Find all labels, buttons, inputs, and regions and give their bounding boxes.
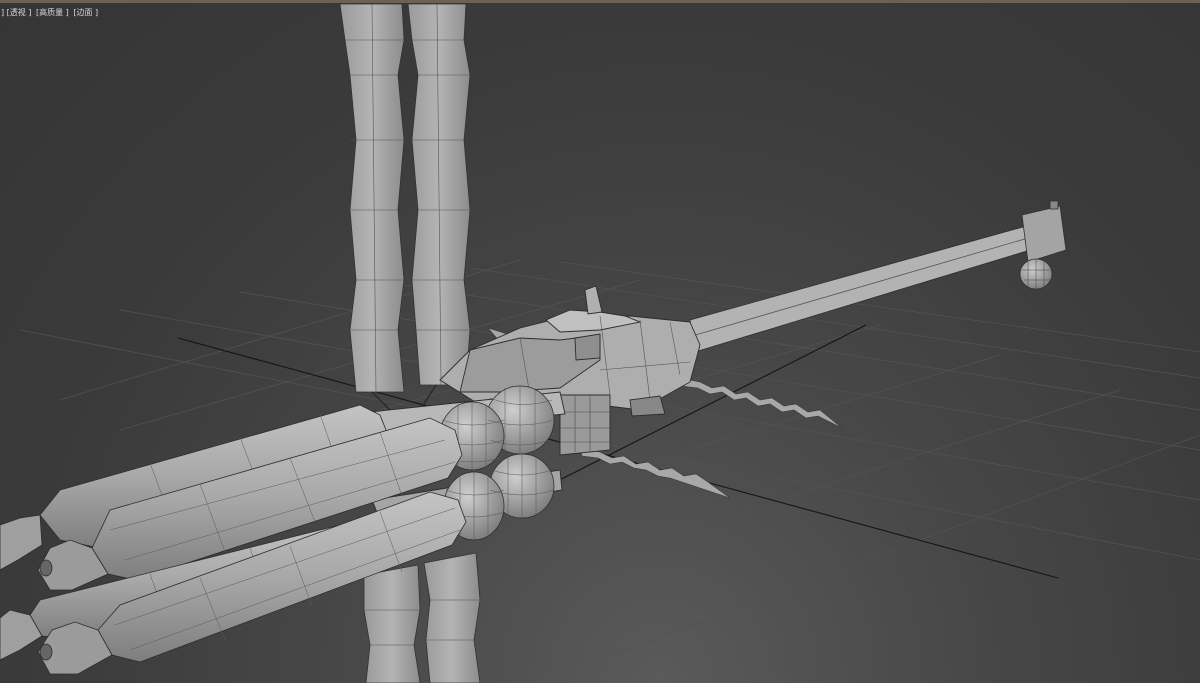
solar-panel-upper[interactable] xyxy=(339,3,471,411)
solar-panel-lower[interactable] xyxy=(363,552,481,683)
spike-antenna-lower xyxy=(579,447,731,499)
scene-canvas[interactable] xyxy=(0,0,1200,683)
3d-viewport[interactable]: ] [透视 ] [高质量 ] [边面 ] xyxy=(0,0,1200,683)
